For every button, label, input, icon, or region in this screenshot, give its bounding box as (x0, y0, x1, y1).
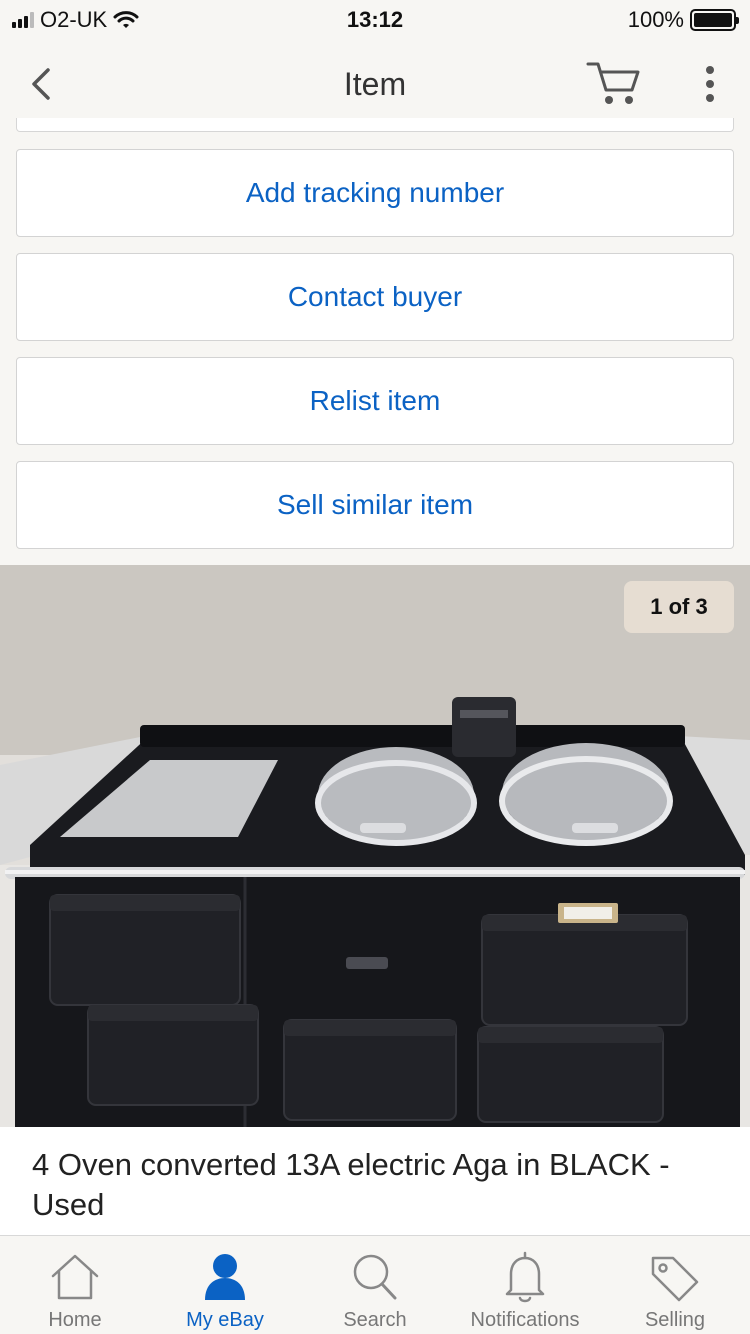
cart-button[interactable] (584, 58, 644, 110)
aga-cooker-image (0, 565, 750, 1127)
more-options-button[interactable] (694, 62, 726, 106)
person-icon (205, 1254, 245, 1300)
tab-bar: Home My eBay Search Notifications Sellin… (0, 1235, 750, 1334)
tab-notifications-label: Notifications (470, 1309, 580, 1331)
sell-similar-item-button[interactable]: Sell similar item (16, 461, 734, 549)
more-vertical-icon (706, 66, 714, 102)
bell-icon (505, 1251, 545, 1303)
tab-search[interactable]: Search (300, 1236, 450, 1334)
wifi-icon (113, 11, 139, 28)
tag-icon (651, 1256, 699, 1302)
tab-my-ebay[interactable]: My eBay (150, 1236, 300, 1334)
battery-icon (690, 9, 739, 31)
battery-label: 100% (627, 7, 684, 32)
carrier-label: O2-UK (40, 7, 108, 32)
status-left: O2-UK (12, 7, 139, 33)
nav-bar: Item (0, 40, 750, 128)
back-button[interactable] (24, 62, 64, 106)
tab-selling[interactable]: Selling (600, 1236, 750, 1334)
tab-my-ebay-label: My eBay (186, 1309, 264, 1331)
tab-home[interactable]: Home (0, 1236, 150, 1334)
search-icon (353, 1254, 397, 1300)
item-title-section: 4 Oven converted 13A electric Aga in BLA… (0, 1127, 750, 1235)
home-icon (51, 1254, 99, 1300)
relist-item-button[interactable]: Relist item (16, 357, 734, 445)
image-counter-badge: 1 of 3 (624, 581, 734, 633)
contact-buyer-button[interactable]: Contact buyer (16, 253, 734, 341)
status-bar: O2-UK 13:12 100% (0, 0, 750, 40)
add-tracking-number-button[interactable]: Add tracking number (16, 149, 734, 237)
status-right: 100% (627, 7, 739, 33)
previous-button-edge (16, 118, 734, 132)
tab-search-label: Search (343, 1309, 407, 1331)
signal-icon (12, 12, 34, 28)
tab-selling-label: Selling (644, 1309, 706, 1331)
item-title: 4 Oven converted 13A electric Aga in BLA… (32, 1147, 670, 1222)
chevron-left-icon (32, 68, 50, 100)
tab-home-label: Home (48, 1309, 102, 1331)
tab-notifications[interactable]: Notifications (450, 1236, 600, 1334)
cart-icon (586, 62, 640, 104)
item-image[interactable] (0, 565, 750, 1127)
